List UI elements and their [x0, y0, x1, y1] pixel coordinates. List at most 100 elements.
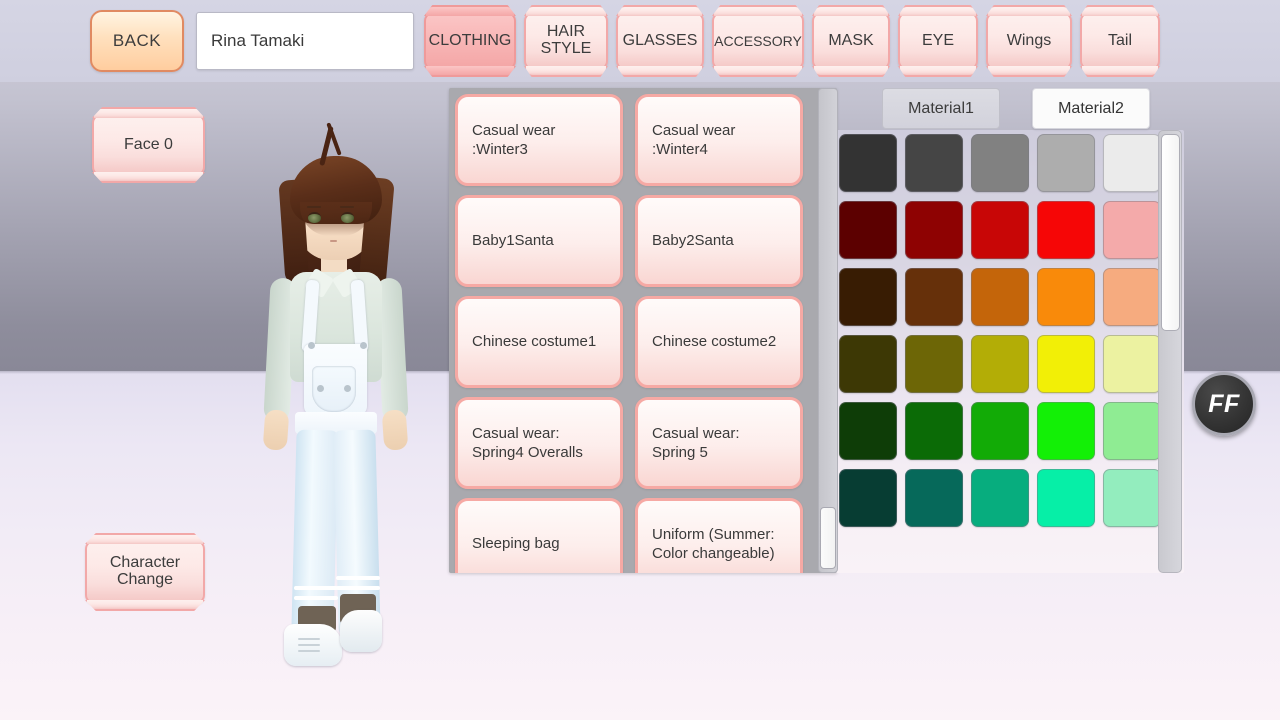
color-swatch[interactable]: [1103, 335, 1161, 393]
fast-forward-label: FF: [1208, 390, 1240, 419]
color-swatch[interactable]: [971, 268, 1029, 326]
color-swatch[interactable]: [1103, 134, 1161, 192]
overall-button-4: [344, 385, 351, 392]
color-swatch[interactable]: [905, 469, 963, 527]
category-tab-bar: CLOTHING HAIR STYLE GLASSES ACCESSORY MASK EY…: [424, 12, 1160, 70]
tab-label: HAIR STYLE: [532, 24, 600, 58]
character-model[interactable]: [232, 120, 432, 680]
color-swatch[interactable]: [839, 134, 897, 192]
color-swatch[interactable]: [905, 402, 963, 460]
color-swatch[interactable]: [905, 134, 963, 192]
material-tab-1[interactable]: Material1: [882, 88, 1000, 129]
color-swatch[interactable]: [905, 201, 963, 259]
overall-button-2: [360, 342, 367, 349]
material-tab-2[interactable]: Material2: [1032, 88, 1150, 129]
color-swatch[interactable]: [905, 268, 963, 326]
tab-label: CLOTHING: [429, 33, 512, 50]
tab-clothing[interactable]: CLOTHING: [424, 12, 516, 70]
color-swatch[interactable]: [1103, 268, 1161, 326]
color-swatch[interactable]: [905, 335, 963, 393]
clothing-item-panel: Casual wear :Winter3 Casual wear :Winter4…: [449, 88, 837, 573]
tab-label: GLASSES: [623, 33, 698, 50]
hand-left: [263, 409, 290, 451]
top-toolbar: BACK CLOTHING HAIR STYLE GLASSES ACCESSORY M…: [0, 0, 1280, 82]
clothing-item[interactable]: Baby2Santa: [635, 195, 803, 287]
fast-forward-button[interactable]: FF: [1192, 372, 1256, 436]
clothing-item-label: Chinese costume1: [472, 332, 596, 351]
clothing-item[interactable]: Casual wear: Spring4 Overalls: [455, 397, 623, 489]
clothing-item-label: Casual wear :Winter3: [472, 121, 606, 159]
color-swatch[interactable]: [971, 335, 1029, 393]
color-swatch[interactable]: [971, 134, 1029, 192]
tab-glasses[interactable]: GLASSES: [616, 12, 704, 70]
leg-left: [291, 429, 338, 630]
item-list-scrollbar[interactable]: [818, 88, 838, 573]
tab-wings[interactable]: Wings: [986, 12, 1072, 70]
clothing-item-label: Chinese costume2: [652, 332, 776, 351]
clothing-item-label: Casual wear: Spring4 Overalls: [472, 424, 606, 462]
back-button-label: BACK: [113, 31, 161, 51]
tab-label: Wings: [1007, 33, 1051, 50]
color-swatch[interactable]: [839, 335, 897, 393]
tab-label: Tail: [1108, 33, 1132, 50]
character-name-input[interactable]: [196, 12, 414, 70]
clothing-item-label: Baby1Santa: [472, 231, 554, 250]
clothing-item-label: Sleeping bag: [472, 534, 560, 553]
color-swatch[interactable]: [1037, 469, 1095, 527]
tab-accessory[interactable]: ACCESSORY: [712, 12, 804, 70]
clothing-item[interactable]: Sleeping bag: [455, 498, 623, 573]
color-swatch[interactable]: [971, 201, 1029, 259]
tab-label: EYE: [922, 33, 954, 50]
tab-eye[interactable]: EYE: [898, 12, 978, 70]
hair-fringe: [290, 156, 382, 224]
pant-cuff-1: [294, 586, 338, 590]
color-swatch[interactable]: [971, 469, 1029, 527]
palette-scrollbar[interactable]: [1158, 130, 1182, 573]
overall-button-3: [317, 385, 324, 392]
shoe-left: [284, 624, 342, 666]
clothing-item[interactable]: Uniform (Summer: Color changeable): [635, 498, 803, 573]
face-button-label: Face 0: [124, 137, 173, 154]
tab-tail[interactable]: Tail: [1080, 12, 1160, 70]
material-tab-label: Material2: [1058, 100, 1124, 118]
material-tab-bar: Material1 Material2: [882, 88, 1150, 129]
color-swatch[interactable]: [1103, 201, 1161, 259]
pant-cuff-4: [336, 586, 380, 590]
color-swatch[interactable]: [1037, 335, 1095, 393]
character-change-button[interactable]: Character Change: [85, 540, 205, 604]
back-button[interactable]: BACK: [90, 10, 184, 72]
color-swatch[interactable]: [839, 469, 897, 527]
clothing-item[interactable]: Casual wear :Winter4: [635, 94, 803, 186]
color-swatch[interactable]: [839, 201, 897, 259]
clothing-item[interactable]: Casual wear :Winter3: [455, 94, 623, 186]
clothing-item-label: Casual wear: Spring 5: [652, 424, 786, 462]
color-swatch[interactable]: [1037, 134, 1095, 192]
pant-cuff-3: [336, 576, 380, 580]
item-list-scrollbar-thumb[interactable]: [820, 507, 836, 569]
clothing-item[interactable]: Chinese costume2: [635, 296, 803, 388]
clothing-item[interactable]: Baby1Santa: [455, 195, 623, 287]
eyebrow-left: [307, 206, 321, 208]
clothing-item[interactable]: Chinese costume1: [455, 296, 623, 388]
tab-mask[interactable]: MASK: [812, 12, 890, 70]
clothing-item[interactable]: Casual wear: Spring 5: [635, 397, 803, 489]
color-swatch[interactable]: [1037, 201, 1095, 259]
color-swatch[interactable]: [1037, 268, 1095, 326]
color-swatch[interactable]: [1103, 402, 1161, 460]
shoe-right: [340, 610, 382, 652]
color-swatch[interactable]: [839, 402, 897, 460]
color-swatch[interactable]: [1103, 469, 1161, 527]
face-button[interactable]: Face 0: [92, 114, 205, 176]
color-swatch-grid: [839, 134, 1168, 527]
tab-hair-style[interactable]: HAIR STYLE: [524, 12, 608, 70]
overall-button-1: [308, 342, 315, 349]
tab-label: ACCESSORY: [714, 34, 802, 49]
mouth: [330, 240, 337, 242]
clothing-item-label: Casual wear :Winter4: [652, 121, 786, 159]
palette-scrollbar-thumb[interactable]: [1161, 134, 1180, 331]
color-swatch[interactable]: [971, 402, 1029, 460]
color-swatch[interactable]: [1037, 402, 1095, 460]
character-change-button-label: Character Change: [93, 555, 197, 589]
eye-right: [341, 212, 354, 223]
color-swatch[interactable]: [839, 268, 897, 326]
